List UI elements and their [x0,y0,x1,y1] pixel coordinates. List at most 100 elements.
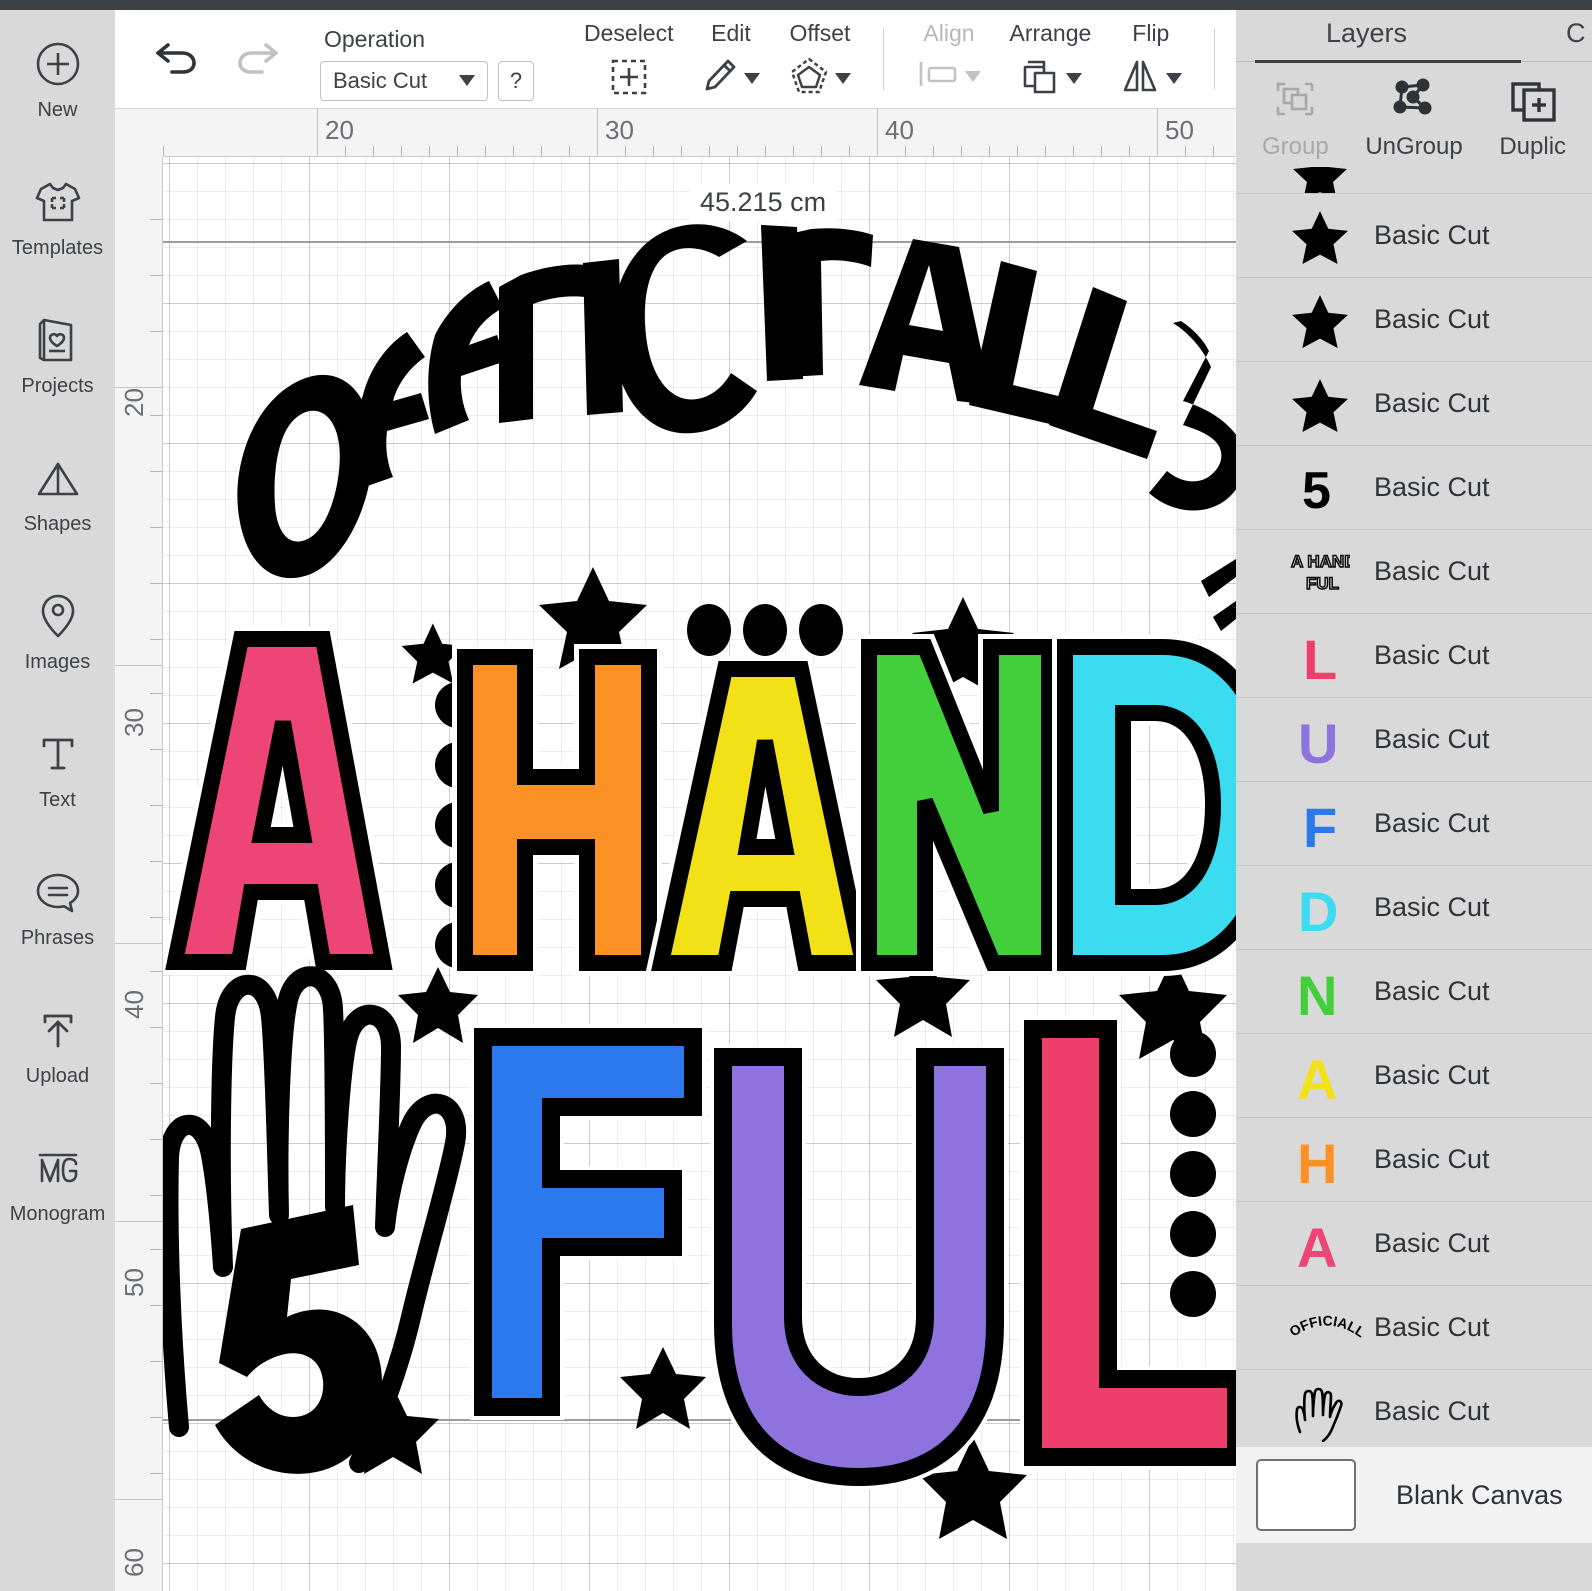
layer-row[interactable]: U Basic Cut [1236,698,1592,782]
undo-arrow-icon[interactable] [150,38,200,81]
layer-actions-bar: Group UnGroup Duplic [1236,63,1592,165]
layer-name: Basic Cut [1374,304,1490,334]
layer-row[interactable]: D Basic Cut [1236,866,1592,950]
ruler-h-minor [373,146,374,156]
layer-row[interactable]: 5 Basic Cut [1236,446,1592,530]
left-sidebar: New Templates Projects Shapes Images Tex… [0,10,115,1591]
layer-row[interactable]: A Basic Cut [1236,1034,1592,1118]
vertical-ruler[interactable]: 20 30 40 50 60 [115,157,163,1591]
layer-row[interactable] [1236,167,1592,194]
canvas-color-swatch[interactable] [1256,1459,1356,1531]
arrange-button[interactable]: Arrange [995,10,1105,101]
flip-mirror-icon [1119,56,1161,101]
offset-button[interactable]: Offset [774,10,865,101]
ruler-v-minor [150,971,162,972]
design-canvas-area[interactable]: 20 30 40 50 20 30 40 50 60 45.215 cm [115,109,1236,1591]
image-pin-icon [37,589,79,643]
ruler-h-major [877,109,878,157]
layer-row[interactable]: Basic Cut [1236,1370,1592,1454]
ruler-v-minor [150,861,162,862]
layer-name: Basic Cut [1374,472,1490,502]
duplicate-button[interactable]: Duplic [1473,71,1592,161]
ruler-v-minor [150,1417,162,1418]
operation-help-button[interactable]: ? [498,60,534,101]
ruler-v-minor [150,1083,162,1084]
tab-color-sync[interactable]: C [1566,18,1586,49]
svg-text:A HAND: A HAND [1291,552,1350,571]
svg-text:F: F [1303,796,1337,853]
layer-row[interactable]: A HAND FUL Basic Cut [1236,530,1592,614]
ruler-h-minor [345,146,346,156]
sidebar-item-monogram[interactable]: Monogram [0,1114,115,1252]
letter-D-cyan-layer [1052,634,1236,976]
operation-select[interactable]: Basic Cut [320,60,488,101]
sidebar-item-templates[interactable]: Templates [0,148,115,286]
layer-name: Basic Cut [1374,556,1490,586]
sidebar-item-phrases[interactable]: Phrases [0,838,115,976]
letter-D-icon: D [1288,875,1352,941]
ruler-h-minor [681,146,682,156]
sidebar-item-text[interactable]: Text [0,700,115,838]
layer-row[interactable]: F Basic Cut [1236,782,1592,866]
ruler-h-tick-30: 30 [605,115,634,145]
letter-U-icon: U [1288,707,1352,773]
cricut-design-space-window: New Templates Projects Shapes Images Tex… [0,0,1592,1591]
layer-row[interactable]: N Basic Cut [1236,950,1592,1034]
layer-row[interactable]: H Basic Cut [1236,1118,1592,1202]
align-button[interactable]: Align [902,10,995,97]
tab-layers[interactable]: Layers [1326,18,1407,49]
ruler-h-minor [793,146,794,156]
window-title-bar [0,0,1592,10]
group-button[interactable]: Group [1236,71,1355,161]
layer-row[interactable]: Basic Cut [1236,278,1592,362]
layer-row[interactable]: OFFICIALLY Basic Cut [1236,1286,1592,1370]
layer-row[interactable]: A Basic Cut [1236,1202,1592,1286]
ruler-h-minor [653,146,654,156]
sidebar-item-images[interactable]: Images [0,562,115,700]
horizontal-ruler[interactable]: 20 30 40 50 [115,109,1236,157]
deselect-button[interactable]: Deselect [570,10,687,98]
ruler-v-major [115,1221,162,1222]
deselect-crosshair-icon [608,56,650,98]
sidebar-item-upload[interactable]: Upload [0,976,115,1114]
star-icon [1288,167,1352,193]
a-hand-ful-icon: A HAND FUL [1288,539,1352,605]
design-artwork[interactable] [163,157,1236,1591]
arrange-layers-icon [1019,56,1061,101]
layer-name: Basic Cut [1374,724,1490,754]
ungroup-button[interactable]: UnGroup [1355,71,1474,161]
align-icon [916,56,960,97]
speech-bubble-icon [34,865,82,919]
flip-button[interactable]: Flip [1105,10,1196,101]
layer-row[interactable]: L Basic Cut [1236,614,1592,698]
upload-arrow-icon [36,1003,80,1057]
ruler-h-minor [1129,146,1130,156]
letter-F-icon: F [1288,791,1352,857]
ruler-h-major [1157,109,1158,157]
chevron-down-icon [965,70,982,82]
star-icon [1288,371,1352,437]
layer-list[interactable]: Basic Cut Basic Cut Basic Cut 5 Basic Cu… [1236,167,1592,1477]
ruler-v-minor [150,749,162,750]
offset-polygon-icon [788,56,830,101]
ruler-h-minor [569,146,570,156]
officially-icon: OFFICIALLY [1288,1295,1362,1361]
star-icon [1288,287,1352,353]
letter-N-icon: N [1288,959,1352,1025]
edit-button[interactable]: Edit [687,10,774,101]
ruler-v-minor [150,1249,162,1250]
sidebar-item-shapes[interactable]: Shapes [0,424,115,562]
layer-row[interactable]: Basic Cut [1236,194,1592,278]
ruler-h-minor [163,146,164,156]
ruler-v-minor [150,917,162,918]
ruler-h-minor [905,146,906,156]
sidebar-label-images: Images [24,650,91,673]
layer-name: Basic Cut [1374,388,1490,418]
layer-row[interactable]: Basic Cut [1236,362,1592,446]
layer-name: Basic Cut [1374,976,1490,1006]
sidebar-item-projects[interactable]: Projects [0,286,115,424]
blank-canvas-row[interactable]: Blank Canvas [1236,1447,1592,1543]
officially-text-layer [237,224,1236,579]
sidebar-item-new[interactable]: New [0,10,115,148]
offset-label: Offset [789,19,851,46]
